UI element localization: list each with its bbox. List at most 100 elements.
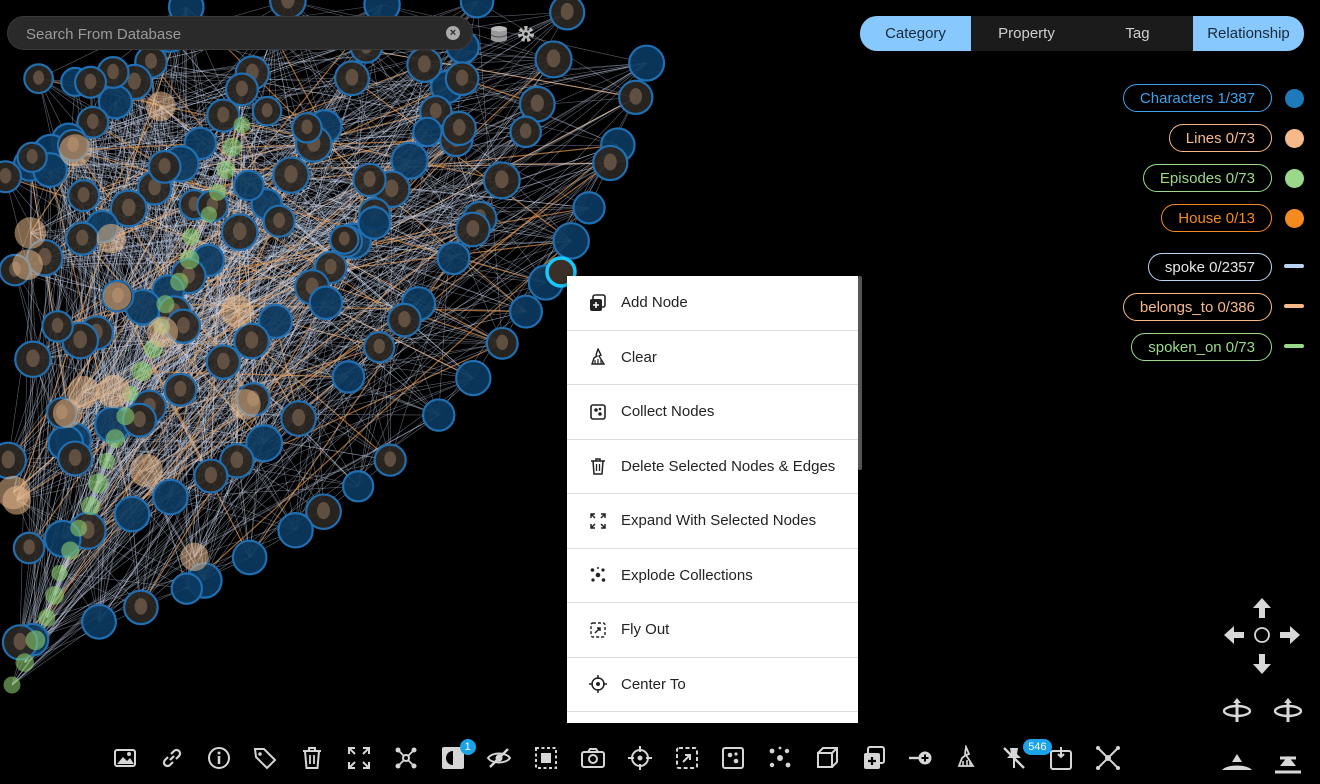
character-node[interactable]	[552, 222, 590, 260]
character-node[interactable]	[455, 359, 492, 397]
menu-item-add-node[interactable]: Add Node	[567, 276, 858, 331]
character-node[interactable]	[572, 191, 606, 225]
episode-node[interactable]	[45, 586, 64, 605]
episode-node[interactable]	[25, 630, 46, 651]
episode-node[interactable]	[233, 116, 251, 134]
legend-lines[interactable]: Lines 0/73	[1168, 124, 1272, 152]
episode-node[interactable]	[170, 272, 189, 291]
toolbar-camera-button[interactable]	[576, 740, 610, 776]
toolbar-touch-button[interactable]	[1044, 740, 1078, 776]
tab-tag[interactable]: Tag	[1082, 16, 1193, 51]
database-icon[interactable]	[489, 24, 509, 44]
tilt-up-icon[interactable]	[1272, 752, 1304, 774]
line-node[interactable]	[96, 223, 127, 254]
pan-up-arrow-icon[interactable]	[1253, 598, 1271, 618]
pan-right-arrow-icon[interactable]	[1280, 626, 1300, 644]
character-node[interactable]	[308, 285, 344, 321]
toolbar-add-edge-button[interactable]	[904, 740, 938, 776]
tab-relationship[interactable]: Relationship	[1193, 16, 1304, 51]
toolbar-fullscreen-button[interactable]	[342, 740, 376, 776]
episode-node[interactable]	[70, 519, 88, 537]
episode-node[interactable]	[3, 676, 21, 694]
rotate-right-icon[interactable]	[1272, 697, 1304, 725]
line-node[interactable]	[96, 374, 131, 409]
toolbar-crosshair-button[interactable]	[623, 740, 657, 776]
toolbar-collect-button[interactable]	[716, 740, 750, 776]
character-node[interactable]	[341, 470, 375, 503]
character-node[interactable]	[232, 169, 265, 202]
episode-node[interactable]	[116, 407, 135, 426]
episode-node[interactable]	[61, 541, 80, 560]
toolbar-cube-button[interactable]	[810, 740, 844, 776]
character-node[interactable]	[170, 572, 204, 605]
legend-spoken-on[interactable]: spoken_on 0/73	[1131, 333, 1272, 361]
character-node[interactable]	[436, 241, 471, 276]
search-input[interactable]	[24, 17, 438, 51]
menu-item-center-to[interactable]: Center To	[567, 658, 858, 712]
toolbar-add-node-button[interactable]	[857, 740, 891, 776]
episode-node[interactable]	[105, 429, 125, 448]
toolbar-select-button[interactable]	[529, 740, 563, 776]
episode-node[interactable]	[88, 473, 109, 494]
character-node[interactable]	[412, 116, 443, 148]
search-bar[interactable]: ×	[7, 16, 473, 51]
menu-item-delete-selected[interactable]: Delete Selected Nodes & Edges	[567, 440, 858, 494]
line-node[interactable]	[145, 91, 176, 122]
pan-center-icon[interactable]	[1254, 627, 1270, 643]
line-node[interactable]	[146, 316, 179, 348]
menu-item-explode-collections[interactable]: Explode Collections	[567, 549, 858, 603]
character-node[interactable]	[113, 495, 151, 533]
legend-spoke[interactable]: spoke 0/2357	[1147, 253, 1272, 281]
toolbar-network-button[interactable]	[389, 740, 423, 776]
episode-node[interactable]	[222, 137, 242, 157]
toolbar-info-button[interactable]	[202, 740, 236, 776]
line-node[interactable]	[59, 134, 92, 167]
tilt-down-icon[interactable]	[1221, 752, 1253, 774]
context-menu-scrollbar[interactable]	[858, 276, 862, 470]
episode-node[interactable]	[200, 206, 218, 223]
toolbar-link-button[interactable]	[155, 740, 189, 776]
line-node[interactable]	[220, 294, 254, 328]
episode-node[interactable]	[131, 361, 152, 382]
line-node[interactable]	[12, 249, 43, 281]
line-node[interactable]	[230, 389, 261, 420]
gear-icon[interactable]	[516, 24, 536, 44]
line-node[interactable]	[67, 376, 100, 409]
episode-node[interactable]	[81, 496, 100, 516]
character-node[interactable]	[421, 398, 456, 432]
episode-node[interactable]	[156, 295, 175, 314]
character-node[interactable]	[628, 44, 666, 82]
toolbar-broom-button[interactable]	[950, 740, 984, 776]
legend-characters[interactable]: Characters 1/387	[1122, 84, 1272, 112]
rotate-left-icon[interactable]	[1221, 697, 1253, 725]
episode-node[interactable]	[51, 564, 68, 582]
character-node[interactable]	[357, 206, 392, 240]
toolbar-trash-button[interactable]	[295, 740, 329, 776]
menu-item-collect-nodes[interactable]: Collect Nodes	[567, 385, 858, 440]
toolbar-fly-out-button[interactable]	[670, 740, 704, 776]
legend-belongs-to[interactable]: belongs_to 0/386	[1122, 293, 1272, 321]
episode-node[interactable]	[216, 160, 236, 179]
character-node[interactable]	[152, 478, 189, 516]
legend-episodes[interactable]: Episodes 0/73	[1142, 164, 1272, 192]
episode-node[interactable]	[15, 653, 34, 672]
line-node[interactable]	[129, 453, 163, 487]
line-node[interactable]	[14, 217, 47, 249]
tab-property[interactable]: Property	[971, 16, 1082, 51]
tab-category[interactable]: Category	[860, 16, 971, 51]
toolbar-hide-button[interactable]	[482, 740, 516, 776]
clear-search-icon[interactable]: ×	[446, 26, 460, 40]
legend-house[interactable]: House 0/13	[1161, 204, 1272, 232]
menu-item-expand-selected[interactable]: Expand With Selected Nodes	[567, 494, 858, 549]
line-node[interactable]	[103, 282, 132, 311]
toolbar-explode-button[interactable]	[763, 740, 797, 776]
character-node[interactable]	[231, 539, 268, 576]
toolbar-tag-button[interactable]	[248, 740, 282, 776]
pan-down-arrow-icon[interactable]	[1253, 654, 1271, 674]
menu-item-clear[interactable]: Clear	[567, 331, 858, 385]
character-node[interactable]	[459, 0, 495, 19]
character-node[interactable]	[508, 294, 544, 329]
line-node[interactable]	[180, 542, 209, 572]
menu-item-fly-out[interactable]: Fly Out	[567, 603, 858, 658]
episode-node[interactable]	[98, 452, 115, 470]
